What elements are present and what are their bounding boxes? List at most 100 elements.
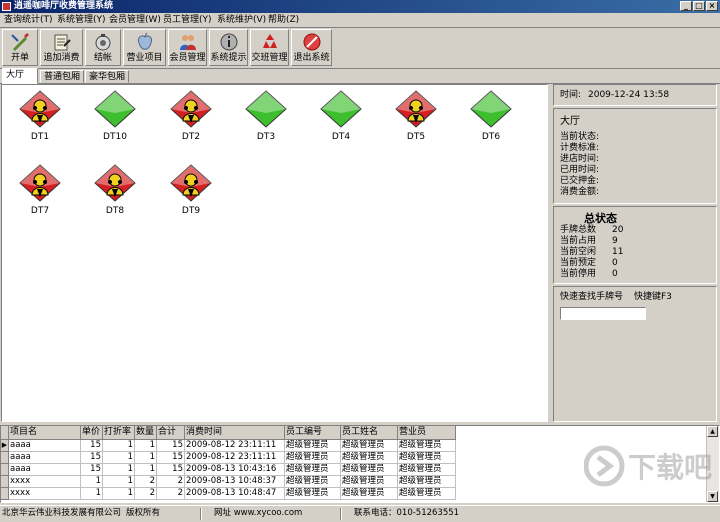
grid-cell: 超级管理员 xyxy=(285,488,341,500)
menu-staff-management[interactable]: 员工管理(Y) xyxy=(163,14,212,26)
shift-handover-button[interactable]: 交班管理 xyxy=(250,29,289,66)
grid-column-header[interactable]: 单价 xyxy=(81,426,103,440)
quick-search-box: 快速查找手牌号 快捷键F3 xyxy=(553,286,717,422)
add-consume-button[interactable]: 追加消费 xyxy=(40,29,83,66)
table-card-dt1[interactable]: DT1 xyxy=(12,89,68,149)
table-name: DT10 xyxy=(103,132,127,142)
grid-cell: 1 xyxy=(135,464,157,476)
members-button[interactable]: 会员管理 xyxy=(168,29,207,66)
grid-cell: 15 xyxy=(157,464,185,476)
maximize-button[interactable]: □ xyxy=(693,1,705,11)
members-label: 会员管理 xyxy=(169,53,206,63)
exit-icon xyxy=(303,33,320,51)
grid-cell: 1 xyxy=(103,452,135,464)
table-name: DT5 xyxy=(406,132,426,142)
grid-cell: aaaa xyxy=(9,464,81,476)
field-entry-time: 进店时间: xyxy=(560,154,600,164)
add-consume-label: 追加消费 xyxy=(43,53,80,63)
menu-bar: 查询统计(T) 系统管理(Y) 会员管理(W) 员工管理(Y) 系统维护(V) … xyxy=(0,13,720,28)
scroll-down-icon[interactable]: ▼ xyxy=(707,491,718,502)
grid-vertical-scrollbar[interactable]: ▲ ▼ xyxy=(706,426,719,502)
system-hint-icon xyxy=(220,33,237,51)
grid-cell: 超级管理员 xyxy=(341,464,398,476)
members-icon xyxy=(179,35,196,50)
minimize-button[interactable]: _ xyxy=(680,1,692,11)
shift-handover-label: 交班管理 xyxy=(251,53,288,63)
table-card-dt8[interactable]: DT8 xyxy=(87,163,143,223)
grid-column-header[interactable]: 消费时间 xyxy=(185,426,285,440)
exit-button[interactable]: 退出系统 xyxy=(291,29,332,66)
menu-system-management[interactable]: 系统管理(Y) xyxy=(57,14,106,26)
scroll-up-icon[interactable]: ▲ xyxy=(707,426,718,437)
row-indicator xyxy=(1,488,9,500)
system-hint-label: 系统提示 xyxy=(210,53,247,63)
field-billing-standard: 计费标准: xyxy=(560,143,600,153)
checkout-button[interactable]: 结帐 xyxy=(85,29,121,66)
table-name: DT1 xyxy=(30,132,50,142)
info-panel: 时间: 2009-12-24 13:58 大厅 当前状态: 计费标准: 进店时间… xyxy=(551,84,719,422)
table-card-dt9[interactable]: DT9 xyxy=(163,163,219,223)
tab-hall[interactable]: 大厅 xyxy=(2,68,38,84)
grid-cell: xxxx xyxy=(9,476,81,488)
table-card-dt10[interactable]: DT10 xyxy=(87,89,143,149)
statusbar-phone: 联系电话：010-51263551 xyxy=(354,508,460,518)
open-bill-button[interactable]: 开单 xyxy=(2,29,38,66)
grid-corner xyxy=(1,426,9,440)
close-button[interactable]: × xyxy=(706,1,718,11)
grid-cell: 15 xyxy=(81,440,103,452)
grid-cell: 2 xyxy=(157,488,185,500)
area-tabs: 大厅 普通包厢 豪华包厢 xyxy=(0,68,720,84)
menu-member-management[interactable]: 会员管理(W) xyxy=(109,14,161,26)
grid-row[interactable]: aaaa 15 1 1 15 2009-08-12 23:11:11 超级管理员 超级管理员超… xyxy=(1,452,457,464)
table-card-dt4[interactable]: DT4 xyxy=(313,89,369,149)
grid-cell: aaaa xyxy=(9,452,81,464)
grid-cell: 超级管理员 xyxy=(398,452,456,464)
status-value-free: 11 xyxy=(612,247,624,257)
table-card-dt2[interactable]: DT2 xyxy=(163,89,219,149)
tab-regular-room[interactable]: 普通包厢 xyxy=(40,70,84,83)
table-name: DT8 xyxy=(105,206,125,216)
menu-system-maintenance[interactable]: 系统维护(V) xyxy=(217,14,266,26)
grid-column-header[interactable]: 打折率 xyxy=(103,426,135,440)
table-name: DT6 xyxy=(481,132,501,142)
grid-cell: 超级管理员 xyxy=(285,464,341,476)
grid-cell: 1 xyxy=(81,476,103,488)
status-label-occupied: 当前占用 xyxy=(560,236,597,246)
grid-cell: 1 xyxy=(103,476,135,488)
system-hint-button[interactable]: 系统提示 xyxy=(209,29,248,66)
business-items-button[interactable]: 营业项目 xyxy=(123,29,166,66)
quick-search-input[interactable] xyxy=(560,307,646,320)
grid-column-header[interactable]: 项目名 xyxy=(9,426,81,440)
grid-cell: 超级管理员 xyxy=(341,452,398,464)
menu-query-stats[interactable]: 查询统计(T) xyxy=(4,14,53,26)
menu-help[interactable]: 帮助(Z) xyxy=(268,14,299,26)
table-card-dt6[interactable]: DT6 xyxy=(463,89,519,149)
occupied-table-icon xyxy=(395,90,437,128)
grid-cell: aaaa xyxy=(9,440,81,452)
grid-cell: 超级管理员 xyxy=(398,464,456,476)
grid-cell: 15 xyxy=(157,452,185,464)
grid-column-header[interactable]: 员工姓名 xyxy=(341,426,398,440)
grid-row[interactable]: ▶ aaaa 15 1 1 15 2009-08-12 23:11:11 超级管理员 超级管理员… xyxy=(1,440,457,452)
grid-row[interactable]: aaaa 15 1 1 15 2009-08-13 10:43:16 超级管理员 超级管理员超… xyxy=(1,464,457,476)
row-indicator xyxy=(1,452,9,464)
grid-column-header[interactable]: 数量 xyxy=(135,426,157,440)
grid-cell: 超级管理员 xyxy=(285,452,341,464)
occupied-table-icon xyxy=(19,164,61,202)
consumption-grid: ▲ ▼ 项目名 单价 打折率 数量 合计 消费时间 员工编号 员工姓名 营业员 ▶ aaaa 15 1 1… xyxy=(0,425,720,503)
table-card-dt3[interactable]: DT3 xyxy=(238,89,294,149)
grid-cell: 2009-08-12 23:11:11 xyxy=(185,440,285,452)
grid-row[interactable]: xxxx 1 1 2 2 2009-08-13 10:48:47 超级管理员 超级管理员 超级管… xyxy=(1,488,457,500)
grid-column-header[interactable]: 员工编号 xyxy=(285,426,341,440)
status-label-free: 当前空闲 xyxy=(560,247,597,257)
table-card-dt7[interactable]: DT7 xyxy=(12,163,68,223)
grid-cell: 超级管理员 xyxy=(341,488,398,500)
tab-luxury-room[interactable]: 豪华包厢 xyxy=(85,70,129,83)
free-table-icon xyxy=(94,90,136,128)
grid-cell: 1 xyxy=(135,452,157,464)
grid-column-header[interactable]: 营业员 xyxy=(398,426,456,440)
table-card-dt5[interactable]: DT5 xyxy=(388,89,444,149)
grid-cell: 2009-08-13 10:43:16 xyxy=(185,464,285,476)
grid-column-header[interactable]: 合计 xyxy=(157,426,185,440)
grid-row[interactable]: xxxx 1 1 2 2 2009-08-13 10:48:37 超级管理员 超级管理员 超级管… xyxy=(1,476,457,488)
